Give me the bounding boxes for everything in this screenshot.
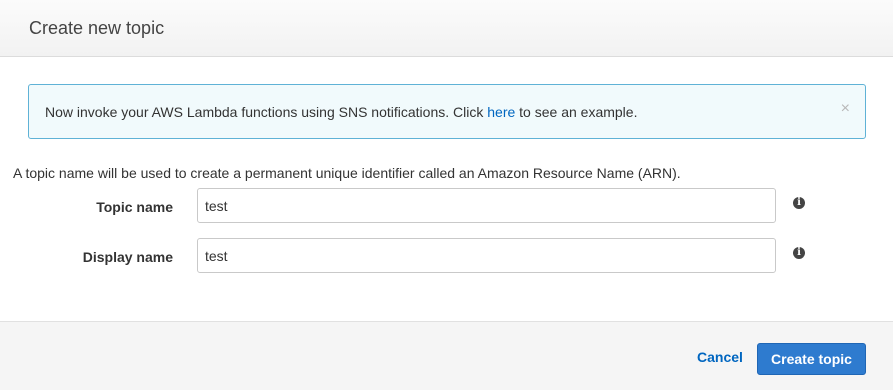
- dialog-title: Create new topic: [29, 18, 165, 38]
- info-circle-icon[interactable]: i: [793, 247, 805, 259]
- close-icon[interactable]: ×: [841, 101, 850, 117]
- dialog-footer: Cancel Create topic: [0, 321, 893, 390]
- alert-text-before: Now invoke your AWS Lambda functions usi…: [45, 104, 488, 120]
- create-topic-button[interactable]: Create topic: [757, 343, 866, 375]
- alert-text-after: to see an example.: [515, 104, 638, 120]
- arn-description: A topic name will be used to create a pe…: [13, 165, 681, 181]
- topic-name-label: Topic name: [96, 199, 173, 215]
- info-circle-icon[interactable]: i: [793, 197, 805, 209]
- dialog-header: Create new topic: [0, 0, 893, 57]
- topic-name-input[interactable]: [197, 188, 776, 223]
- info-alert: Now invoke your AWS Lambda functions usi…: [28, 84, 866, 139]
- display-name-input[interactable]: [197, 238, 776, 273]
- alert-example-link[interactable]: here: [487, 104, 515, 120]
- cancel-button[interactable]: Cancel: [697, 349, 743, 365]
- alert-message: Now invoke your AWS Lambda functions usi…: [45, 104, 637, 120]
- display-name-label: Display name: [82, 249, 173, 265]
